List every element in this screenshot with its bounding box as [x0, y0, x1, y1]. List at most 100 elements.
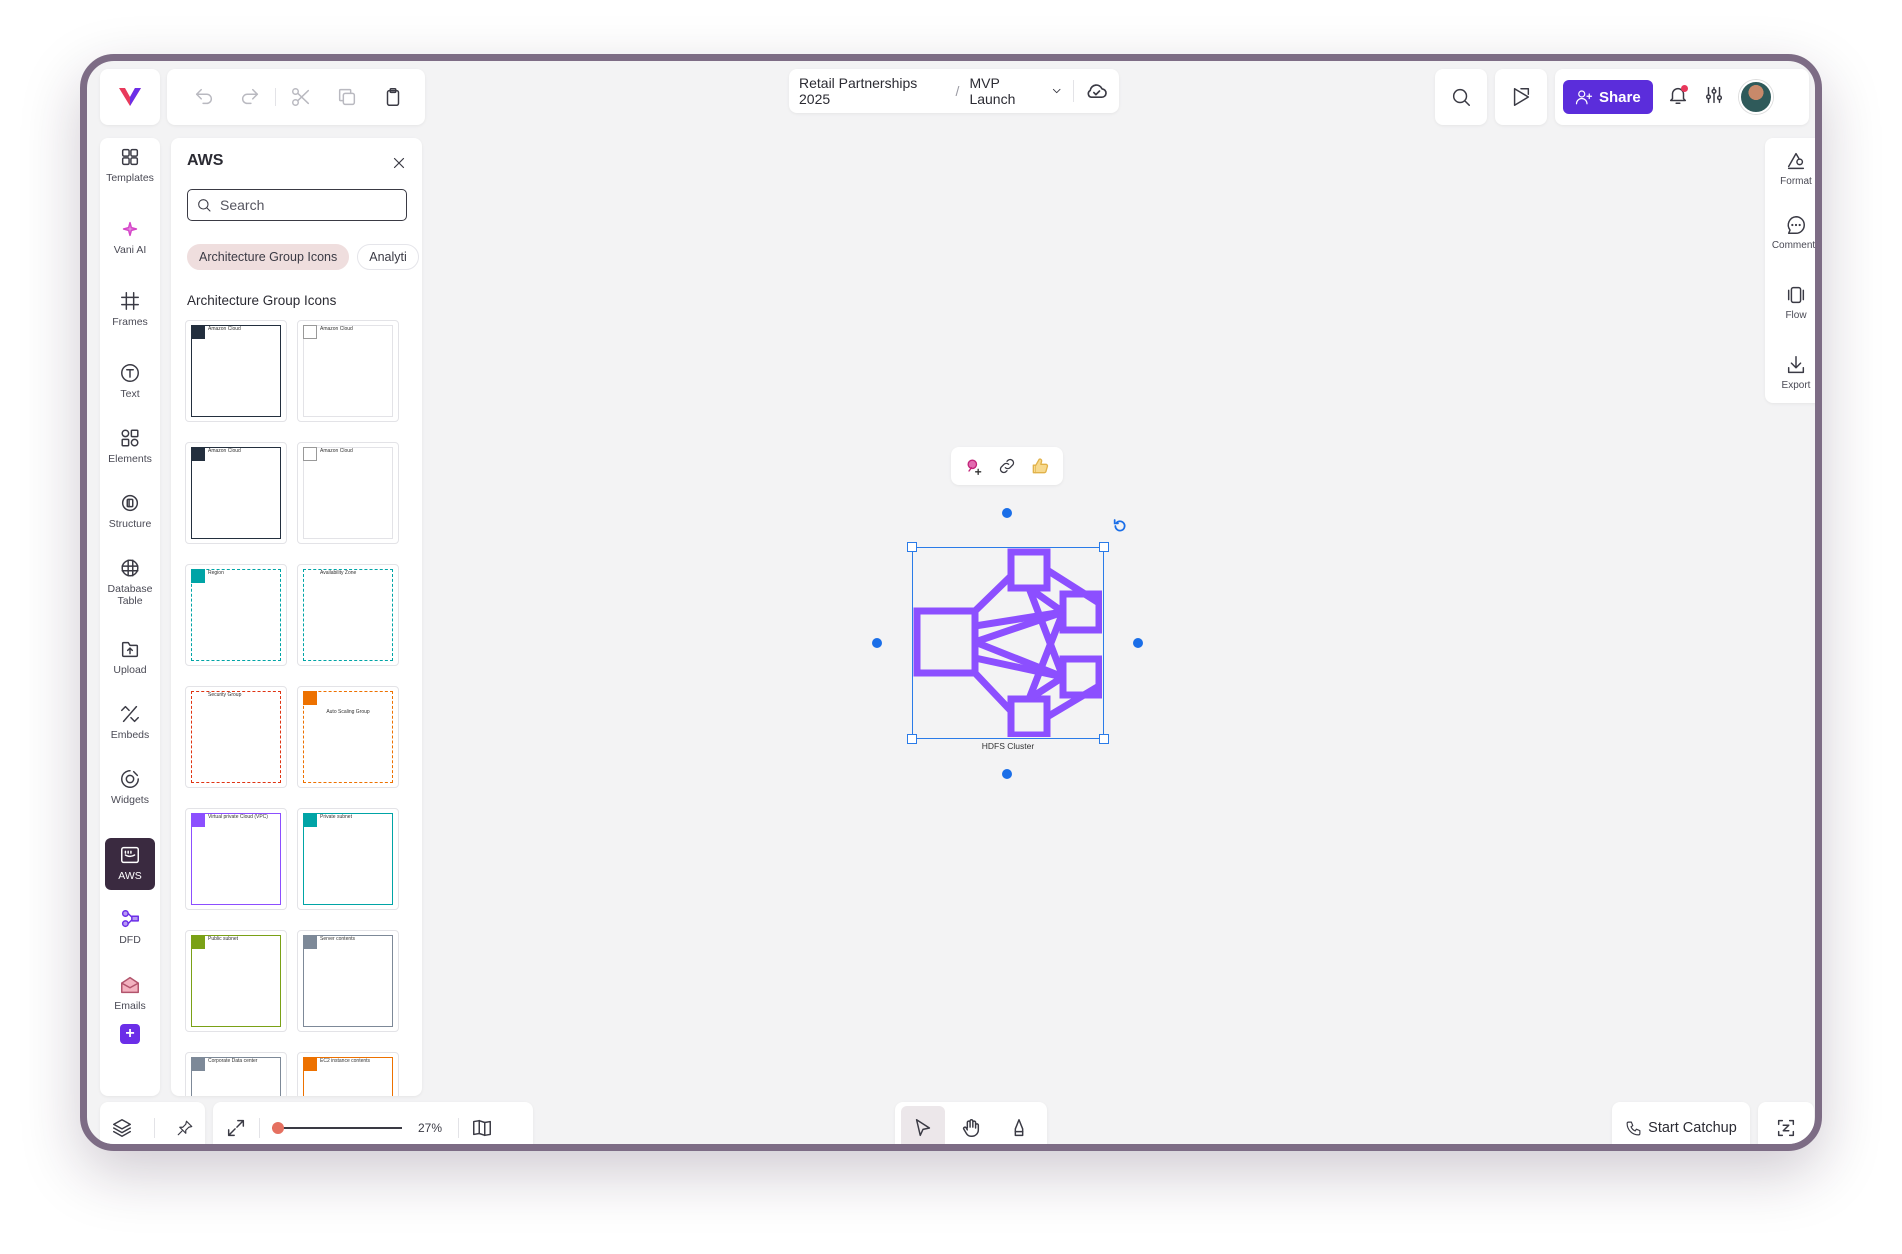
icon-tile[interactable]: Security Group: [185, 686, 287, 788]
pin-icon[interactable]: [176, 1119, 194, 1137]
zoom-slider[interactable]: [272, 1121, 402, 1135]
connector-point-right[interactable]: [1133, 638, 1143, 648]
icon-tile[interactable]: Corporate Data center: [185, 1052, 287, 1096]
shape-label[interactable]: HDFS Cluster: [912, 741, 1104, 751]
tile-label: Private subnet: [320, 814, 352, 820]
group-badge-icon: [303, 813, 317, 827]
rail-item-widgets[interactable]: Widgets: [100, 768, 160, 807]
rail-item-frames[interactable]: Frames: [100, 290, 160, 329]
rotate-icon[interactable]: [1112, 518, 1128, 534]
chip-architecture-group-icons[interactable]: Architecture Group Icons: [187, 244, 350, 270]
breadcrumb-board[interactable]: MVP Launch: [969, 75, 1045, 107]
connector-point-bottom[interactable]: [1002, 769, 1012, 779]
toolbar-divider: [275, 88, 276, 106]
user-avatar[interactable]: [1738, 80, 1773, 114]
icon-tile[interactable]: EC2 instance contents: [297, 1052, 399, 1096]
connector-point-left[interactable]: [872, 638, 882, 648]
search-input[interactable]: [220, 197, 400, 213]
rr-label: Format: [1780, 176, 1812, 187]
category-chips: Architecture Group Icons Analyti: [187, 244, 419, 270]
group-badge-icon: [191, 325, 205, 339]
panel-title: AWS: [187, 152, 224, 169]
select-tool-button[interactable]: [901, 1106, 945, 1144]
tile-label: Server contents: [320, 936, 356, 942]
icon-tile[interactable]: Server contents: [297, 930, 399, 1032]
rail-item-aws[interactable]: AWS: [105, 838, 155, 890]
resize-handle-nw[interactable]: [907, 542, 917, 552]
undo-button[interactable]: [181, 77, 227, 117]
cut-button[interactable]: [278, 77, 324, 117]
icon-tile[interactable]: Amazon Cloud: [185, 442, 287, 544]
hand-tool-button[interactable]: [949, 1106, 993, 1144]
layers-icon[interactable]: [111, 1117, 133, 1139]
resize-handle-ne[interactable]: [1099, 542, 1109, 552]
icon-tile[interactable]: Auto Scaling Group: [297, 686, 399, 788]
close-icon[interactable]: [390, 154, 408, 172]
search-icon: [1452, 88, 1470, 106]
breadcrumb: Retail Partnerships 2025 / MVP Launch: [789, 69, 1119, 113]
group-badge-icon: [303, 935, 317, 949]
rail-item-dfd[interactable]: DFD: [100, 908, 160, 947]
thumbs-up-icon[interactable]: [1030, 456, 1050, 476]
pen-tool-button[interactable]: [997, 1106, 1041, 1144]
tile-label: Public subnet: [208, 936, 239, 942]
icon-tile[interactable]: Private subnet: [297, 808, 399, 910]
chip-analytics[interactable]: Analyti: [357, 244, 419, 270]
zoom-slider-knob[interactable]: [272, 1122, 284, 1134]
icon-tile[interactable]: Amazon Cloud: [185, 320, 287, 422]
chevron-down-icon[interactable]: [1050, 84, 1063, 98]
breadcrumb-project[interactable]: Retail Partnerships 2025: [799, 75, 946, 107]
rail-item-upload[interactable]: Upload: [100, 638, 160, 677]
zia-button[interactable]: [1758, 1102, 1814, 1144]
export-button[interactable]: Export: [1765, 354, 1815, 391]
present-button[interactable]: [1495, 69, 1547, 125]
rail-item-structure[interactable]: Structure: [100, 492, 160, 531]
notifications-button[interactable]: [1667, 84, 1689, 111]
rail-label: Upload: [113, 664, 147, 676]
format-button[interactable]: Format: [1765, 150, 1815, 187]
search-button[interactable]: [1435, 69, 1487, 125]
rail-item-templates[interactable]: Templates: [100, 146, 160, 185]
icon-tile[interactable]: Amazon Cloud: [297, 442, 399, 544]
app-logo[interactable]: [100, 69, 160, 125]
icon-tile[interactable]: Amazon Cloud: [297, 320, 399, 422]
cloud-saved-icon[interactable]: [1084, 78, 1109, 104]
rail-item-emails[interactable]: Emails: [100, 974, 160, 1013]
icon-tile[interactable]: Public subnet: [185, 930, 287, 1032]
group-badge-icon: [303, 325, 317, 339]
upload-icon: [121, 641, 139, 658]
search-icon: [198, 199, 211, 212]
zoom-level[interactable]: 27%: [414, 1121, 446, 1135]
copy-button[interactable]: [324, 77, 370, 117]
rail-label: Text: [120, 388, 140, 400]
selected-shape-hdfs-cluster[interactable]: [907, 542, 1109, 744]
fit-screen-icon[interactable]: [225, 1117, 247, 1139]
minimap-icon[interactable]: [471, 1117, 493, 1139]
link-icon[interactable]: [997, 456, 1017, 476]
rail-item-elements[interactable]: Elements: [100, 427, 160, 466]
tile-label: Region: [208, 570, 224, 576]
connector-point-top[interactable]: [1002, 508, 1012, 518]
rail-item-vani-ai[interactable]: Vani AI: [100, 218, 160, 257]
group-badge-icon: [191, 1057, 205, 1071]
redo-button[interactable]: [227, 77, 273, 117]
aws-panel: AWS Architecture Group Icons Analyti Arc…: [171, 138, 422, 1096]
paste-button[interactable]: [370, 77, 416, 117]
rail-item-embeds[interactable]: Embeds: [100, 703, 160, 742]
start-catchup-button[interactable]: Start Catchup: [1612, 1102, 1750, 1144]
icon-tile[interactable]: Region: [185, 564, 287, 666]
comments-button[interactable]: Comments: [1765, 214, 1815, 251]
rail-item-database-table[interactable]: Database Table: [100, 557, 160, 607]
icon-tile[interactable]: Virtual private Cloud (VPC): [185, 808, 287, 910]
share-button[interactable]: Share: [1563, 80, 1653, 114]
rail-item-text[interactable]: Text: [100, 362, 160, 401]
canvas-tools: [895, 1102, 1047, 1144]
group-badge-icon: [191, 569, 205, 583]
icon-tile[interactable]: Availability Zone: [297, 564, 399, 666]
email-icon: [121, 976, 139, 994]
add-app-button[interactable]: +: [120, 1024, 140, 1044]
flow-button[interactable]: Flow: [1765, 284, 1815, 321]
rail-label: Frames: [112, 316, 148, 328]
pin-add-icon[interactable]: [964, 456, 984, 476]
settings-button[interactable]: [1703, 84, 1725, 111]
